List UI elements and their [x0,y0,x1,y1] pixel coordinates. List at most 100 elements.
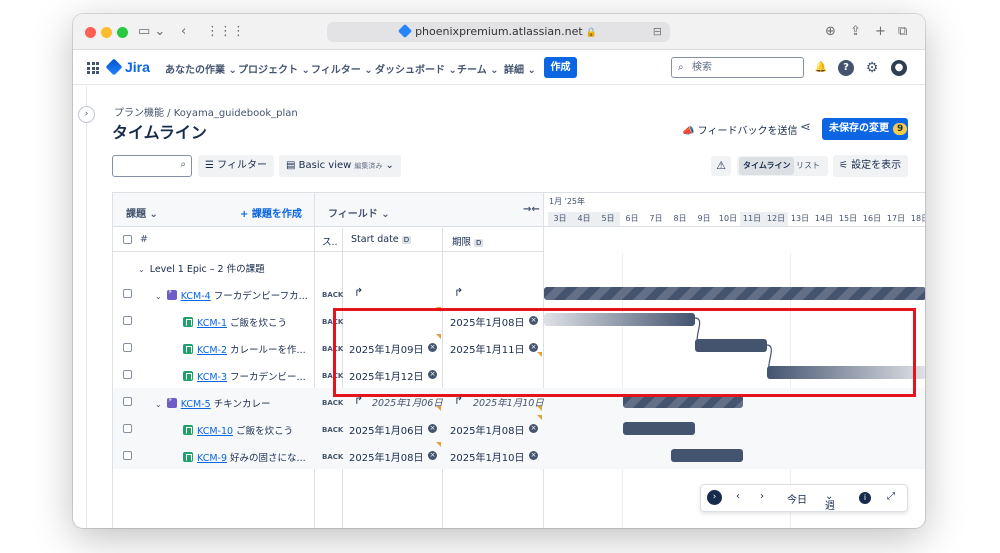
issue-title[interactable]: 好みの固さにな... [230,453,306,464]
tab-overview-icon[interactable]: ⋮⋮⋮ [206,23,245,41]
help-icon[interactable]: ? [838,60,854,76]
clear-date-icon[interactable]: × [529,451,538,460]
issue-title[interactable]: ご飯を炊こう [236,426,293,437]
view-selector[interactable]: ▤ Basic view 編集済み ⌄ [279,155,401,177]
row-checkbox[interactable] [123,289,132,298]
issues-header-label[interactable]: 課題 ⌄ [126,205,158,220]
clear-date-icon[interactable]: × [529,316,538,325]
clear-date-icon[interactable]: × [428,451,437,460]
status-badge[interactable]: BACK [322,399,343,407]
issue-title[interactable]: ご飯を炊こう [230,318,287,329]
collapse-fields-icon[interactable]: →← [523,204,540,215]
fields-header-label[interactable]: フィールド ⌄ [328,205,390,220]
nav-projects[interactable]: プロジェクト ⌄ [238,61,310,76]
row-checkbox[interactable] [123,424,132,433]
issue-key-link[interactable]: KCM-3 [197,372,227,383]
app-switcher-icon[interactable] [87,62,99,74]
fullscreen-icon[interactable]: ⤢ [887,491,895,502]
status-col-label[interactable]: ス.. [322,234,338,248]
chevron-down-icon[interactable]: ⌄ [155,292,162,301]
share-icon[interactable]: ⋖ [800,120,811,135]
task-bar[interactable] [623,422,695,435]
row-checkbox[interactable] [123,316,132,325]
status-badge[interactable]: BACK [322,318,343,326]
nav-more[interactable]: 詳細 ⌄ [504,61,536,76]
clear-date-icon[interactable]: × [428,343,437,352]
epic-bar[interactable] [623,395,743,408]
settings-icon[interactable]: ⚙ [864,60,880,76]
issue-key-link[interactable]: KCM-2 [197,345,227,356]
nav-dashboards[interactable]: ダッシュボード ⌄ [375,61,457,76]
start-date-value[interactable]: 2025年1月09日 [349,341,424,356]
task-bar[interactable] [671,449,743,462]
info-icon[interactable]: i [859,492,871,504]
start-date-value[interactable]: 2025年1月12日 [349,368,424,383]
create-issue-button[interactable]: + 課題を作成 [240,205,302,220]
issue-title[interactable]: フーカデンビーフカ... [214,291,308,302]
search-input[interactable]: ⌕ 検索 [671,57,804,78]
status-badge[interactable]: BACK [322,291,343,299]
start-date-value[interactable]: 2025年1月08日 [349,449,424,464]
download-icon[interactable]: ⊕ [825,23,836,41]
filter-button[interactable]: ☰ フィルター [198,155,274,177]
zoom-select[interactable]: 週 ⌄ [825,491,835,512]
zoom-window-button[interactable] [117,27,128,38]
feedback-button[interactable]: 📣 フィードバックを送信 [682,122,797,137]
due-date-value[interactable]: 2025年1月11日 [450,341,525,356]
new-tab-icon[interactable]: + [875,23,886,41]
status-badge[interactable]: BACK [322,426,343,434]
issue-key-link[interactable]: KCM-5 [181,399,211,410]
create-button[interactable]: 作成 [544,57,577,78]
row-checkbox[interactable] [123,370,132,379]
due-date-value[interactable]: 2025年1月10日 [473,395,544,409]
sidebar-toggle-icon[interactable]: ▭ ⌄ [138,23,165,41]
clear-date-icon[interactable]: × [428,424,437,433]
back-icon[interactable]: ‹ [181,23,186,41]
clear-date-icon[interactable]: × [529,343,538,352]
expand-sidebar-button[interactable]: › [78,106,95,123]
start-date-value[interactable]: 2025年1月06日 [349,422,424,437]
close-window-button[interactable] [85,27,96,38]
row-checkbox[interactable] [123,397,132,406]
issue-key-link[interactable]: KCM-1 [197,318,227,329]
issue-title[interactable]: フーカデンビー... [230,372,306,383]
today-button[interactable]: 今日 [787,491,807,506]
nav-teams[interactable]: チーム ⌄ [457,61,499,76]
due-date-value[interactable]: 2025年1月08日 [450,314,525,329]
scroll-to-issue-icon[interactable]: › [707,490,722,505]
nav-filters[interactable]: フィルター ⌄ [311,61,373,76]
issue-key-link[interactable]: KCM-4 [181,291,211,302]
start-date-value[interactable]: 2025年1月06日 [372,395,443,409]
tabs-icon[interactable]: ⧉ [898,23,907,41]
next-icon[interactable]: › [760,491,764,502]
breadcrumb[interactable]: プラン機能 / Koyama_guidebook_plan [114,104,298,119]
prev-icon[interactable]: ‹ [736,491,740,502]
status-badge[interactable]: BACK [322,372,343,380]
avatar[interactable]: ● [891,60,907,76]
clear-date-icon[interactable]: × [529,424,538,433]
issue-key-link[interactable]: KCM-10 [197,426,233,437]
jira-logo[interactable]: Jira [105,58,150,76]
row-checkbox[interactable] [123,343,132,352]
start-date-col-label[interactable]: Start date D [351,234,412,245]
due-date-value[interactable]: 2025年1月08日 [450,422,525,437]
issue-title[interactable]: カレールーを作... [230,345,306,356]
address-bar[interactable]: phoenixpremium.atlassian.net 🔒 ⊟ [327,22,670,42]
due-date-col-label[interactable]: 期限 D [452,234,484,248]
view-settings-button[interactable]: ⚟ 設定を表示 [833,155,908,177]
notifications-icon[interactable]: 🔔 [813,60,829,76]
epic-bar[interactable] [544,287,925,300]
select-all-checkbox[interactable] [123,235,132,244]
unsaved-changes-button[interactable]: 未保存の変更 9 [822,118,908,140]
clear-date-icon[interactable]: × [428,370,437,379]
warning-icon[interactable]: ⚠ [711,156,731,176]
issue-title[interactable]: チキンカレー [214,399,271,410]
status-badge[interactable]: BACK [322,345,343,353]
nav-your-work[interactable]: あなたの作業 ⌄ [165,61,237,76]
tab-timeline[interactable]: タイムライン [739,157,795,175]
row-checkbox[interactable] [123,451,132,460]
filter-search-input[interactable]: ⌕ [112,155,192,177]
status-badge[interactable]: BACK [322,453,343,461]
chevron-down-icon[interactable]: ⌄ [155,400,162,409]
tab-list[interactable]: リスト [792,157,824,175]
